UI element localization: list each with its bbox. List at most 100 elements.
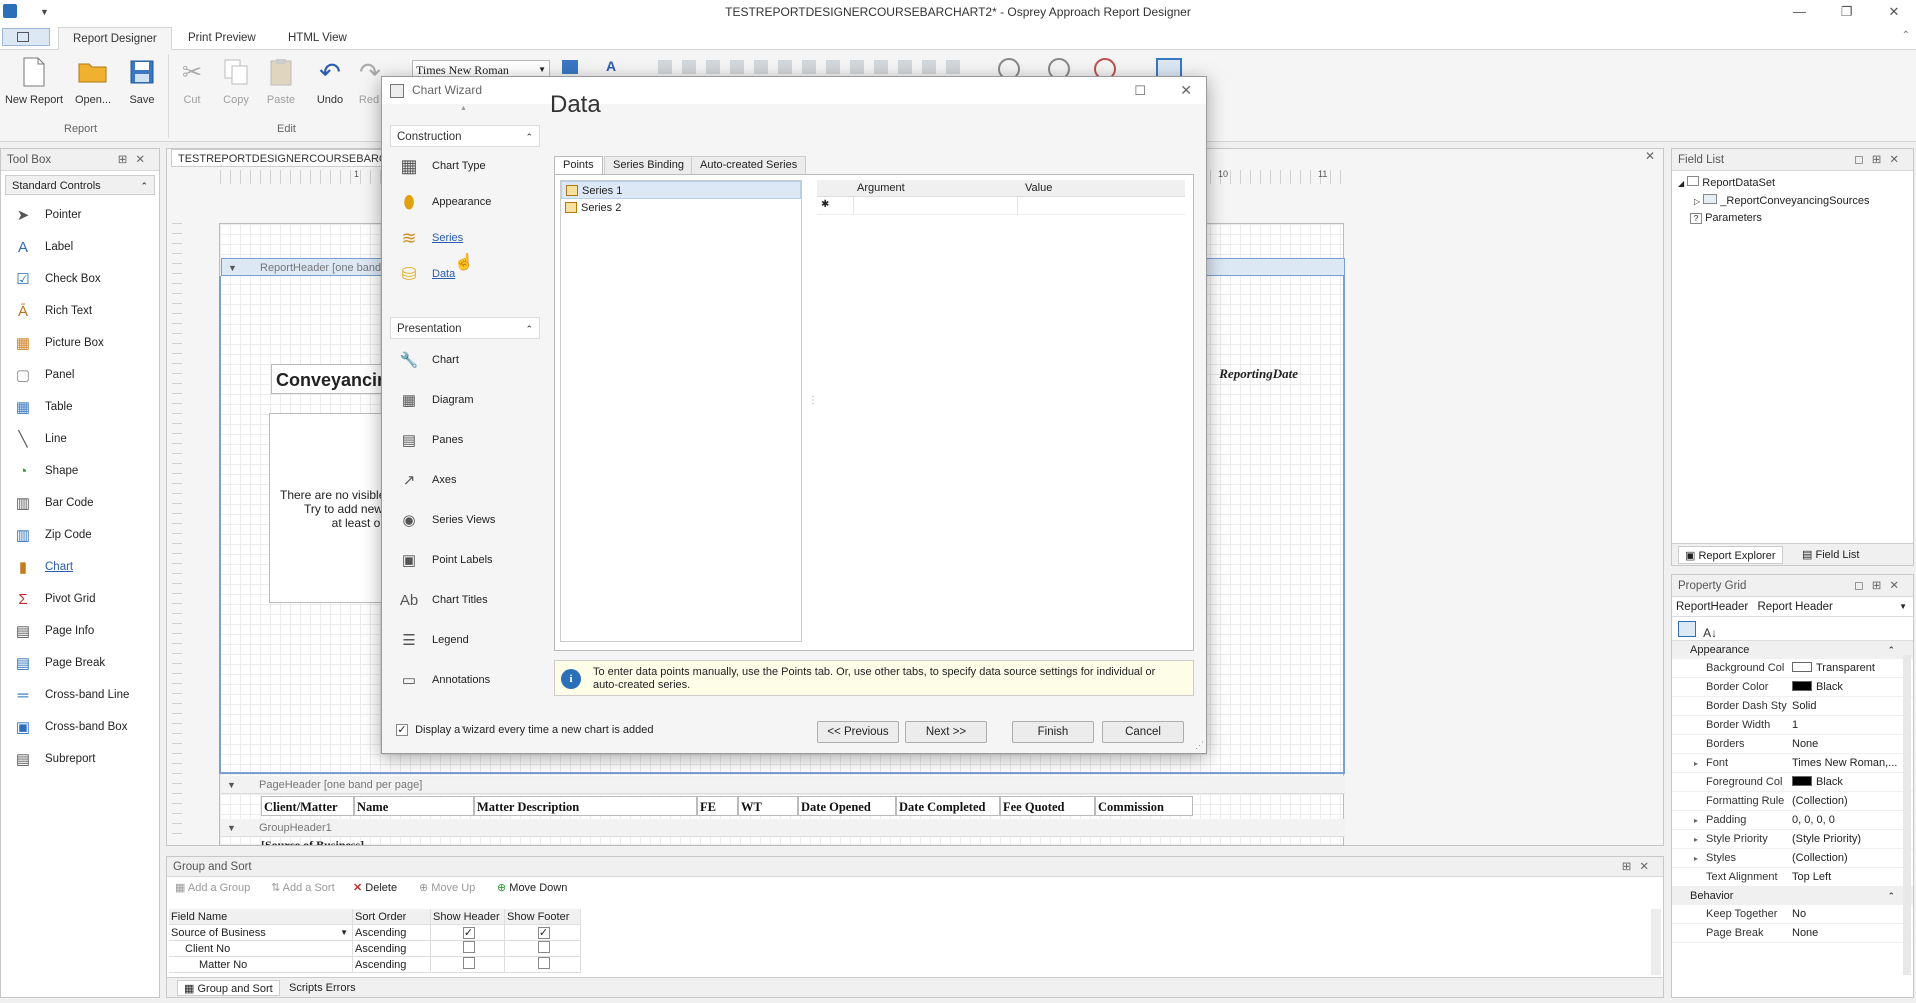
show-footer-checkbox[interactable] — [537, 957, 550, 969]
tab-print-preview[interactable]: Print Preview — [174, 27, 270, 50]
wizard-nav-chart-type[interactable]: ▦ Chart Type — [396, 151, 485, 181]
save-button[interactable]: Save — [124, 56, 160, 106]
property-row-foreground-col[interactable]: Foreground Col Black — [1672, 773, 1913, 792]
property-grid-scrollbar[interactable] — [1903, 655, 1911, 975]
group-sort-field[interactable]: Matter No — [169, 957, 353, 973]
group-field[interactable]: [Source of Business] — [261, 839, 587, 845]
property-value[interactable]: Black — [1792, 773, 1899, 792]
toolbox-item-shape[interactable]: ◔ Shape — [1, 455, 159, 487]
column-header-matter-description[interactable]: Matter Description — [474, 796, 697, 816]
field-list-tab[interactable]: ▤ Field List — [1796, 546, 1866, 564]
application-menu-button[interactable] — [2, 28, 50, 46]
windows-icon[interactable] — [1156, 58, 1182, 78]
toolbox-item-zip-code[interactable]: ▥ Zip Code — [1, 519, 159, 551]
add-sort-button[interactable]: ⇅ Add a Sort — [271, 881, 335, 894]
scroll-up-icon[interactable]: ▲ — [460, 105, 467, 112]
sort-order[interactable]: Ascending — [353, 957, 431, 973]
wizard-nav-annotations[interactable]: ▭ Annotations — [396, 665, 490, 695]
new-row[interactable]: ✱ — [817, 197, 1185, 215]
show-header-checkbox[interactable] — [462, 957, 475, 969]
column-header-field-name[interactable]: Field Name — [169, 909, 353, 925]
copy-button[interactable]: Copy — [218, 56, 254, 106]
series-item[interactable]: Series 2 — [561, 199, 801, 217]
group-header-band[interactable]: ▼ GroupHeader1 — [221, 819, 1345, 837]
move-up-button[interactable]: ⊕ Move Up — [419, 881, 475, 894]
property-row-borders[interactable]: Borders None — [1672, 735, 1913, 754]
font-color-icon[interactable]: A — [606, 58, 616, 74]
tab-html-view[interactable]: HTML View — [274, 27, 361, 50]
highlight-color-icon[interactable] — [562, 60, 578, 74]
expand-icon[interactable]: ▸ — [1694, 811, 1698, 830]
report-title-label[interactable]: Conveyancin — [271, 364, 391, 394]
toolbox-item-table[interactable]: ▦ Table — [1, 391, 159, 423]
column-header-client-matter[interactable]: Client/Matter — [261, 796, 354, 816]
expand-icon[interactable]: ▸ — [1694, 830, 1698, 849]
points-grid[interactable]: Argument Value ✱ — [817, 180, 1185, 642]
series-item[interactable]: Series 1 — [561, 181, 801, 199]
close-dialog-icon[interactable]: ✕ — [1180, 77, 1192, 104]
cancel-button[interactable]: Cancel — [1102, 721, 1184, 743]
toolbox-item-label[interactable]: A Label — [1, 231, 159, 263]
column-header-sort-order[interactable]: Sort Order — [353, 909, 431, 925]
open-button[interactable]: Open... — [70, 56, 116, 106]
wizard-nav-axes[interactable]: ↗ Axes — [396, 465, 457, 495]
property-row-style-priority[interactable]: ▸ Style Priority (Style Priority) — [1672, 830, 1913, 849]
property-value[interactable]: Times New Roman,... — [1792, 754, 1899, 773]
column-header-show-footer[interactable]: Show Footer — [505, 909, 581, 925]
property-value[interactable]: Solid — [1792, 697, 1899, 716]
behavior-category[interactable]: Behavior ⌃ — [1672, 887, 1913, 905]
selected-object-combo[interactable]: ReportHeader Report Header ▼ — [1672, 597, 1913, 617]
toolbox-item-page-break[interactable]: ▤ Page Break — [1, 647, 159, 679]
display-wizard-checkbox[interactable]: ✓ — [396, 724, 408, 736]
add-group-button[interactable]: ▦ Add a Group — [175, 881, 250, 894]
property-row-page-break[interactable]: Page Break None — [1672, 924, 1913, 943]
tree-node[interactable]: ? Parameters — [1690, 212, 1762, 224]
page-header-band[interactable]: ▼ PageHeader [one band per page] — [221, 776, 1345, 794]
minimize-button[interactable]: — — [1777, 0, 1821, 24]
toolbox-item-panel[interactable]: ▢ Panel — [1, 359, 159, 391]
property-row-text-alignment[interactable]: Text Alignment Top Left — [1672, 868, 1913, 887]
presentation-section-header[interactable]: Presentation ⌃ — [390, 317, 540, 339]
toolbox-item-subreport[interactable]: ▤ Subreport — [1, 743, 159, 775]
property-value[interactable]: None — [1792, 924, 1899, 943]
column-header-commission[interactable]: Commission — [1095, 796, 1193, 816]
expand-icon[interactable]: ▸ — [1694, 849, 1698, 868]
property-value[interactable]: 0, 0, 0, 0 — [1792, 811, 1899, 830]
panel-pin-close-icons[interactable]: ◻⊞✕ — [1854, 575, 1907, 597]
sort-order[interactable]: Ascending — [353, 925, 431, 941]
appearance-category[interactable]: Appearance ⌃ — [1672, 641, 1913, 659]
column-header-date-completed[interactable]: Date Completed — [896, 796, 1000, 816]
toolbox-item-page-info[interactable]: ▤ Page Info — [1, 615, 159, 647]
value-column-header[interactable]: Value — [1025, 182, 1052, 194]
property-value[interactable]: (Collection) — [1792, 792, 1899, 811]
toolbox-item-line[interactable]: ╲ Line — [1, 423, 159, 455]
construction-section-header[interactable]: Construction ⌃ — [390, 125, 540, 147]
property-value[interactable]: None — [1792, 735, 1899, 754]
wizard-nav-point-labels[interactable]: ▣ Point Labels — [396, 545, 493, 575]
toolbox-category[interactable]: Standard Controls ⌃ — [5, 175, 155, 195]
next-button[interactable]: Next >> — [905, 721, 987, 743]
toolbox-item-pivot-grid[interactable]: Σ Pivot Grid — [1, 583, 159, 615]
tree-node[interactable]: ◢ ReportDataSet — [1678, 176, 1775, 189]
toolbox-item-rich-text[interactable]: Ā Rich Text — [1, 295, 159, 327]
chart-control-placeholder[interactable]: There are no visible Try to add new at l… — [269, 413, 383, 603]
tab-series-binding[interactable]: Series Binding — [604, 156, 693, 175]
maximize-dialog-icon[interactable]: ☐ — [1134, 77, 1146, 104]
scripts-errors-tab[interactable]: Scripts Errors — [283, 980, 362, 996]
quick-access-dropdown-icon[interactable]: ▼ — [40, 0, 49, 24]
sort-alphabetical-icon[interactable]: A↓ — [1703, 626, 1717, 640]
argument-column-header[interactable]: Argument — [857, 182, 905, 194]
close-designer-tab-icon[interactable]: ✕ — [1645, 149, 1655, 163]
property-row-border-color[interactable]: Border Color Black — [1672, 678, 1913, 697]
property-row-background-col[interactable]: Background Col Transparent — [1672, 659, 1913, 678]
wizard-nav-panes[interactable]: ▤ Panes — [396, 425, 463, 455]
toolbox-item-picture-box[interactable]: ▦ Picture Box — [1, 327, 159, 359]
property-row-keep-together[interactable]: Keep Together No — [1672, 905, 1913, 924]
toolbox-item-bar-code[interactable]: ▥ Bar Code — [1, 487, 159, 519]
wizard-nav-appearance[interactable]: ⬮ Appearance — [396, 187, 491, 217]
wizard-nav-legend[interactable]: ☰ Legend — [396, 625, 468, 655]
previous-button[interactable]: << Previous — [817, 721, 899, 743]
toolbox-item-chart[interactable]: ▮ Chart — [1, 551, 159, 583]
tree-node[interactable]: ▷ _ReportConveyancingSources — [1694, 194, 1869, 207]
finish-button[interactable]: Finish — [1012, 721, 1094, 743]
